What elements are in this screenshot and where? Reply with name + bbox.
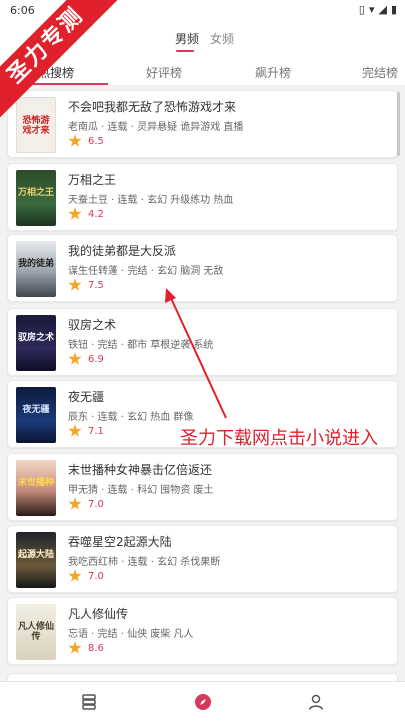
watermark-text: 圣力专测 [0, 0, 120, 120]
book-score: 7.1 [88, 425, 104, 437]
star-icon [68, 352, 82, 365]
vibrate-icon: ▯ [358, 3, 365, 16]
book-title: 末世播种女神暴击亿倍返还 [68, 463, 213, 477]
nav-bookshelf[interactable] [77, 690, 101, 714]
app-screen: 6:06 ▯ ▾ ◢ ▮ 男频 女频 热搜榜 好评榜 飙升榜 完结榜 恐怖游戏才… [0, 0, 405, 721]
star-icon [68, 134, 82, 147]
book-score: 7.0 [88, 570, 104, 582]
book-card[interactable]: 起源大陆 吞噬星空2起源大陆 我吃西红柿 · 连载 · 玄幻 杀伐果断 7.0 [7, 525, 398, 593]
book-title: 夜无疆 [68, 390, 105, 404]
book-cover: 末世播种 [16, 460, 56, 516]
book-cover: 驭房之术 [16, 315, 56, 371]
book-rating: 7.0 [68, 497, 104, 511]
book-rating: 7.0 [68, 569, 104, 583]
star-icon [68, 424, 82, 437]
bookshelf-icon [82, 694, 96, 710]
tab-female[interactable]: 女频 [210, 30, 234, 47]
book-card[interactable] [7, 673, 398, 681]
book-rating: 6.5 [68, 134, 104, 148]
book-meta: 忘语 · 完结 · 仙侠 废柴 凡人 [68, 629, 194, 640]
book-title: 驭房之术 [68, 318, 117, 332]
book-meta: 我吃西红柿 · 连载 · 玄幻 杀伐果断 [68, 557, 221, 568]
book-meta: 甲无猜 · 连载 · 科幻 囤物资 废土 [68, 485, 214, 496]
book-cover: 起源大陆 [16, 532, 56, 588]
book-title: 凡人修仙传 [68, 607, 129, 621]
star-icon [68, 569, 82, 582]
book-rating: 8.6 [68, 641, 104, 655]
signal-icon: ◢ [378, 3, 387, 16]
book-card[interactable]: 万相之王 万相之王 天蚕土豆 · 连载 · 玄幻 升级练功 热血 4.2 [7, 163, 398, 231]
book-score: 6.9 [88, 353, 104, 365]
star-icon [68, 207, 82, 220]
list-scrollbar[interactable] [397, 92, 400, 156]
annotation-text: 圣力下载网点击小说进入 [180, 428, 378, 449]
book-list: 恐怖游戏才来 不会吧我都无敌了恐怖游戏才来 老南瓜 · 连载 · 灵异悬疑 诡异… [0, 88, 405, 681]
book-card[interactable]: 驭房之术 驭房之术 铁钮 · 完结 · 都市 草根逆袭 系统 6.9 [7, 308, 398, 376]
book-meta: 辰东 · 连载 · 玄幻 热血 群像 [68, 412, 194, 423]
book-score: 8.6 [88, 642, 104, 654]
book-cover: 凡人修仙传 [16, 604, 56, 660]
book-score: 7.0 [88, 498, 104, 510]
book-score: 6.5 [88, 135, 104, 147]
book-rating: 6.9 [68, 352, 104, 366]
book-title: 万相之王 [68, 173, 117, 187]
watermark-ribbon: 圣力专测 [0, 0, 120, 120]
battery-icon: ▮ [390, 3, 397, 16]
book-cover: 我的徒弟 [16, 241, 56, 297]
book-meta: 谋生任转蓬 · 完结 · 玄幻 脑洞 无敌 [68, 266, 224, 277]
tab-rising[interactable]: 飙升榜 [255, 64, 291, 81]
tab-top-rated[interactable]: 好评榜 [146, 64, 182, 81]
book-rating: 7.5 [68, 278, 104, 292]
nav-profile[interactable] [304, 690, 328, 714]
book-meta: 铁钮 · 完结 · 都市 草根逆袭 系统 [68, 340, 214, 351]
status-icons: ▯ ▾ ◢ ▮ [359, 3, 397, 17]
wifi-icon: ▾ [368, 3, 375, 16]
book-title: 我的徒弟都是大反派 [68, 244, 177, 258]
book-title: 吞噬星空2起源大陆 [68, 535, 172, 549]
book-rating: 7.1 [68, 424, 104, 438]
book-rating: 4.2 [68, 207, 104, 221]
book-score: 4.2 [88, 208, 104, 220]
nav-discover[interactable] [191, 690, 215, 714]
star-icon [68, 278, 82, 291]
book-card[interactable]: 末世播种 末世播种女神暴击亿倍返还 甲无猜 · 连载 · 科幻 囤物资 废土 7… [7, 453, 398, 521]
book-card[interactable]: 凡人修仙传 凡人修仙传 忘语 · 完结 · 仙侠 废柴 凡人 8.6 [7, 597, 398, 665]
star-icon [68, 641, 82, 654]
book-meta: 老南瓜 · 连载 · 灵异悬疑 诡异游戏 直播 [68, 122, 244, 133]
gender-tab-indicator [176, 50, 194, 52]
bottom-nav [0, 681, 405, 721]
star-icon [68, 497, 82, 510]
book-score: 7.5 [88, 279, 104, 291]
tab-completed[interactable]: 完结榜 [362, 64, 398, 81]
book-card[interactable]: 我的徒弟 我的徒弟都是大反派 谋生任转蓬 · 完结 · 玄幻 脑洞 无敌 7.5 [7, 234, 398, 302]
compass-icon [195, 694, 211, 710]
book-meta: 天蚕土豆 · 连载 · 玄幻 升级练功 热血 [68, 195, 234, 206]
book-cover: 万相之王 [16, 170, 56, 226]
book-cover: 夜无疆 [16, 387, 56, 443]
person-icon [308, 694, 324, 710]
tab-male[interactable]: 男频 [175, 30, 199, 47]
